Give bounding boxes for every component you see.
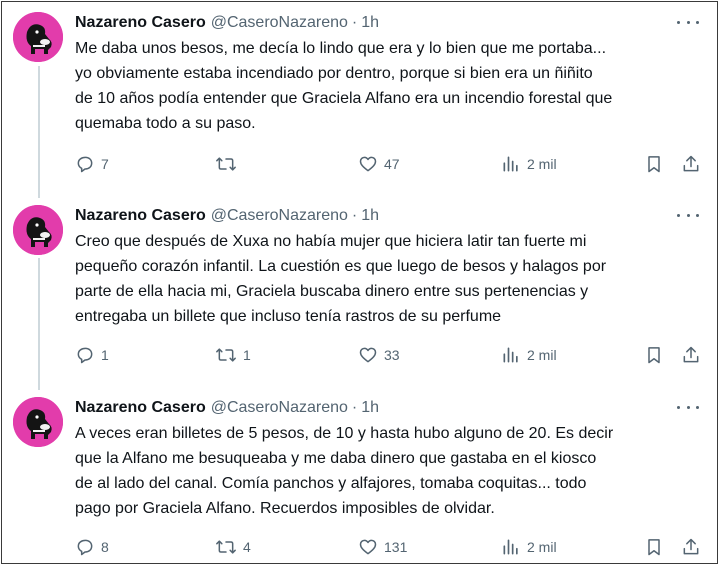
share-icon	[683, 538, 699, 555]
author-handle[interactable]: @CaseroNazareno	[211, 205, 348, 227]
retweet-icon	[216, 348, 236, 362]
share-icon	[683, 346, 699, 363]
share-button[interactable]	[681, 153, 701, 175]
reply-button[interactable]: 7	[75, 153, 109, 175]
tweet-text-line: que la Alfano me besuqueaba y me daba di…	[75, 450, 597, 467]
tweet[interactable]: Nazareno Casero @CaseroNazareno · 1h A v…	[0, 397, 721, 562]
tweet-text-line: Creo que después de Xuxa no había mujer …	[75, 233, 587, 250]
views-count: 2 mil	[527, 539, 557, 555]
views-chart-icon	[503, 156, 518, 172]
timestamp[interactable]: 1h	[361, 205, 379, 227]
views-chart-icon	[503, 347, 518, 363]
tweet[interactable]: Nazareno Casero @CaseroNazareno · 1h Cre…	[0, 205, 721, 375]
like-button[interactable]: 47	[358, 153, 400, 175]
tweet-text: Me daba unos besos, me decía lo lindo qu…	[75, 36, 705, 136]
timestamp[interactable]: 1h	[361, 397, 379, 419]
avatar[interactable]	[13, 205, 63, 255]
like-count: 131	[384, 539, 408, 555]
like-count: 47	[384, 156, 400, 172]
reply-icon	[77, 156, 93, 173]
bookmark-button[interactable]	[644, 153, 664, 175]
like-count: 33	[384, 347, 400, 363]
bookmark-button[interactable]	[644, 344, 664, 366]
views-count: 2 mil	[527, 347, 557, 363]
reply-count: 8	[101, 539, 109, 555]
author-name[interactable]: Nazareno Casero	[75, 12, 206, 34]
more-icon[interactable]	[677, 14, 699, 30]
more-icon[interactable]	[677, 399, 699, 415]
heart-icon	[359, 156, 377, 172]
views-button[interactable]: 2 mil	[501, 153, 557, 175]
views-button[interactable]: 2 mil	[501, 536, 557, 558]
avatar[interactable]	[13, 397, 63, 447]
bookmark-icon	[648, 156, 660, 173]
action-bar: 8 4 131 2 mil	[75, 536, 707, 558]
reply-icon	[77, 347, 93, 364]
separator-dot: ·	[351, 399, 358, 416]
retweet-count: 4	[243, 539, 251, 555]
heart-icon	[359, 539, 377, 555]
share-button[interactable]	[681, 536, 701, 558]
share-button[interactable]	[681, 344, 701, 366]
avatar[interactable]	[13, 12, 63, 62]
dog-avatar-icon	[13, 397, 63, 447]
separator-dot: ·	[351, 14, 358, 31]
retweet-button[interactable]: 4	[215, 536, 251, 558]
tweet-text-line: Me daba unos besos, me decía lo lindo qu…	[75, 40, 607, 57]
author-name[interactable]: Nazareno Casero	[75, 397, 206, 419]
retweet-count: 1	[243, 347, 251, 363]
tweet[interactable]: Nazareno Casero @CaseroNazareno · 1h Me …	[0, 12, 721, 182]
more-icon[interactable]	[677, 207, 699, 223]
tweet-text-line: quemaba todo a su paso.	[75, 115, 256, 132]
tweet-text: Creo que después de Xuxa no había mujer …	[75, 229, 705, 329]
heart-icon	[359, 347, 377, 363]
tweet-text: A veces eran billetes de 5 pesos, de 10 …	[75, 421, 705, 521]
tweet-text-line: de 10 años podía entender que Graciela A…	[75, 90, 613, 107]
retweet-icon	[216, 157, 236, 171]
retweet-button[interactable]	[215, 153, 243, 175]
tweet-text-line: de al lado del canal. Comía panchos y al…	[75, 475, 587, 492]
reply-count: 1	[101, 347, 109, 363]
tweet-text-line: pago por Graciela Alfano. Recuerdos impo…	[75, 500, 495, 517]
author-handle[interactable]: @CaseroNazareno	[211, 397, 348, 419]
like-button[interactable]: 131	[358, 536, 407, 558]
reply-button[interactable]: 8	[75, 536, 109, 558]
reply-button[interactable]: 1	[75, 344, 109, 366]
tweet-text-line: entregaba un billete que incluso tenía r…	[75, 308, 502, 325]
bookmark-icon	[648, 347, 660, 364]
author-name[interactable]: Nazareno Casero	[75, 205, 206, 227]
action-bar: 1 1 33 2 mil	[75, 344, 707, 366]
separator-dot: ·	[351, 207, 358, 224]
tweet-text-line: pequeño corazón infantil. La cuestión es…	[75, 258, 607, 275]
reply-icon	[77, 539, 93, 556]
author-handle[interactable]: @CaseroNazareno	[211, 12, 348, 34]
tweet-text-line: A veces eran billetes de 5 pesos, de 10 …	[75, 425, 614, 442]
views-button[interactable]: 2 mil	[501, 344, 557, 366]
tweet-text-line: parte de ella hacia mi, Graciela buscaba…	[75, 283, 589, 300]
views-count: 2 mil	[527, 156, 557, 172]
dog-avatar-icon	[13, 205, 63, 255]
bookmark-button[interactable]	[644, 536, 664, 558]
reply-count: 7	[101, 156, 109, 172]
views-chart-icon	[503, 539, 518, 555]
retweet-button[interactable]: 1	[215, 344, 251, 366]
action-bar: 7 47 2 mil	[75, 153, 707, 175]
retweet-icon	[216, 540, 236, 554]
dog-avatar-icon	[13, 12, 63, 62]
tweet-text-line: yo obviamente estaba incendiado por dent…	[75, 65, 593, 82]
share-icon	[683, 155, 699, 172]
like-button[interactable]: 33	[358, 344, 400, 366]
bookmark-icon	[648, 539, 660, 556]
timestamp[interactable]: 1h	[361, 12, 379, 34]
